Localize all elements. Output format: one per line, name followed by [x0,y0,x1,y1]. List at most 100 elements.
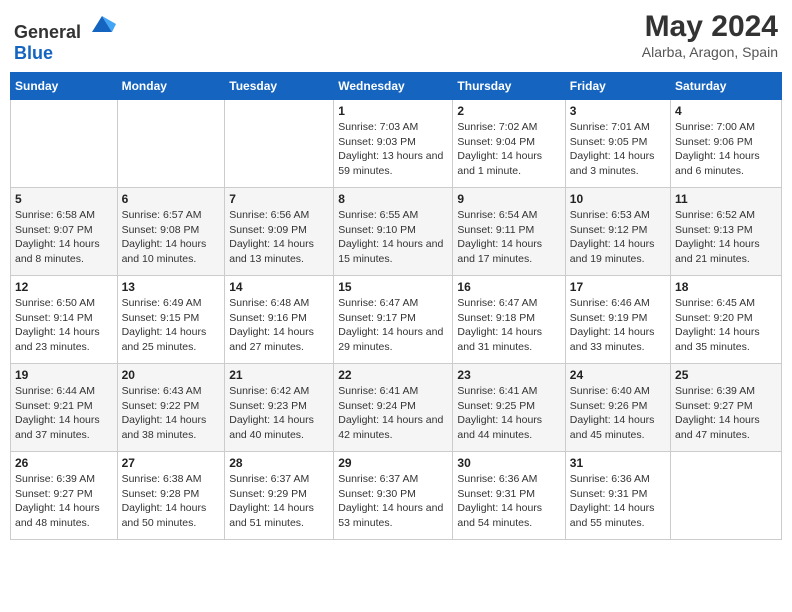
day-cell [117,100,225,188]
day-cell: 25 Sunrise: 6:39 AM Sunset: 9:27 PM Dayli… [671,364,782,452]
header-cell-tuesday: Tuesday [225,73,334,100]
day-info: Sunrise: 6:37 AM Sunset: 9:29 PM Dayligh… [229,472,329,531]
header-cell-wednesday: Wednesday [334,73,453,100]
day-cell: 12 Sunrise: 6:50 AM Sunset: 9:14 PM Dayli… [11,276,118,364]
calendar-table: SundayMondayTuesdayWednesdayThursdayFrid… [10,72,782,540]
day-number: 16 [457,280,560,294]
day-number: 21 [229,368,329,382]
day-cell [671,452,782,540]
day-cell: 16 Sunrise: 6:47 AM Sunset: 9:18 PM Dayli… [453,276,565,364]
day-cell: 27 Sunrise: 6:38 AM Sunset: 9:28 PM Dayli… [117,452,225,540]
day-number: 29 [338,456,448,470]
day-number: 18 [675,280,777,294]
day-number: 17 [570,280,666,294]
logo-general: General [14,22,81,42]
header-cell-sunday: Sunday [11,73,118,100]
day-cell: 8 Sunrise: 6:55 AM Sunset: 9:10 PM Daylig… [334,188,453,276]
day-info: Sunrise: 6:55 AM Sunset: 9:10 PM Dayligh… [338,208,448,267]
day-info: Sunrise: 6:36 AM Sunset: 9:31 PM Dayligh… [457,472,560,531]
day-number: 27 [122,456,221,470]
day-number: 14 [229,280,329,294]
day-number: 1 [338,104,448,118]
day-info: Sunrise: 6:41 AM Sunset: 9:24 PM Dayligh… [338,384,448,443]
day-number: 20 [122,368,221,382]
header-cell-friday: Friday [565,73,670,100]
day-number: 7 [229,192,329,206]
week-row-1: 1 Sunrise: 7:03 AM Sunset: 9:03 PM Daylig… [11,100,782,188]
day-cell: 17 Sunrise: 6:46 AM Sunset: 9:19 PM Dayli… [565,276,670,364]
day-number: 26 [15,456,113,470]
day-number: 22 [338,368,448,382]
day-number: 19 [15,368,113,382]
day-info: Sunrise: 6:57 AM Sunset: 9:08 PM Dayligh… [122,208,221,267]
day-info: Sunrise: 6:56 AM Sunset: 9:09 PM Dayligh… [229,208,329,267]
day-cell: 29 Sunrise: 6:37 AM Sunset: 9:30 PM Dayli… [334,452,453,540]
day-number: 3 [570,104,666,118]
day-number: 4 [675,104,777,118]
day-cell: 5Sunrise: 6:58 AM Sunset: 9:07 PM Daylig… [11,188,118,276]
day-cell: 13 Sunrise: 6:49 AM Sunset: 9:15 PM Dayli… [117,276,225,364]
week-row-4: 19 Sunrise: 6:44 AM Sunset: 9:21 PM Dayli… [11,364,782,452]
day-info: Sunrise: 7:00 AM Sunset: 9:06 PM Dayligh… [675,120,777,179]
day-info: Sunrise: 6:49 AM Sunset: 9:15 PM Dayligh… [122,296,221,355]
page-header: General Blue May 2024 Alarba, Aragon, Sp… [10,10,782,64]
day-info: Sunrise: 6:52 AM Sunset: 9:13 PM Dayligh… [675,208,777,267]
week-row-2: 5Sunrise: 6:58 AM Sunset: 9:07 PM Daylig… [11,188,782,276]
day-cell: 21Sunrise: 6:42 AM Sunset: 9:23 PM Dayli… [225,364,334,452]
day-info: Sunrise: 6:47 AM Sunset: 9:17 PM Dayligh… [338,296,448,355]
logo-text: General Blue [14,10,116,64]
day-cell: 3 Sunrise: 7:01 AM Sunset: 9:05 PM Daylig… [565,100,670,188]
day-number: 25 [675,368,777,382]
day-info: Sunrise: 6:54 AM Sunset: 9:11 PM Dayligh… [457,208,560,267]
day-info: Sunrise: 7:01 AM Sunset: 9:05 PM Dayligh… [570,120,666,179]
day-number: 2 [457,104,560,118]
header-cell-thursday: Thursday [453,73,565,100]
month-year: May 2024 [642,10,778,44]
day-number: 5 [15,192,113,206]
day-number: 11 [675,192,777,206]
day-cell: 23 Sunrise: 6:41 AM Sunset: 9:25 PM Dayli… [453,364,565,452]
day-cell: 10 Sunrise: 6:53 AM Sunset: 9:12 PM Dayli… [565,188,670,276]
day-cell: 19 Sunrise: 6:44 AM Sunset: 9:21 PM Dayli… [11,364,118,452]
day-number: 31 [570,456,666,470]
day-info: Sunrise: 6:46 AM Sunset: 9:19 PM Dayligh… [570,296,666,355]
day-cell: 7 Sunrise: 6:56 AM Sunset: 9:09 PM Daylig… [225,188,334,276]
logo: General Blue [14,10,116,64]
day-info: Sunrise: 6:44 AM Sunset: 9:21 PM Dayligh… [15,384,113,443]
day-number: 15 [338,280,448,294]
day-number: 10 [570,192,666,206]
logo-blue: Blue [14,43,53,63]
day-info: Sunrise: 6:40 AM Sunset: 9:26 PM Dayligh… [570,384,666,443]
day-cell: 15 Sunrise: 6:47 AM Sunset: 9:17 PM Dayli… [334,276,453,364]
day-info: Sunrise: 6:38 AM Sunset: 9:28 PM Dayligh… [122,472,221,531]
day-info: Sunrise: 7:03 AM Sunset: 9:03 PM Dayligh… [338,120,448,179]
day-cell: 24Sunrise: 6:40 AM Sunset: 9:26 PM Dayli… [565,364,670,452]
day-number: 28 [229,456,329,470]
day-cell: 26 Sunrise: 6:39 AM Sunset: 9:27 PM Dayli… [11,452,118,540]
day-info: Sunrise: 6:39 AM Sunset: 9:27 PM Dayligh… [15,472,113,531]
day-info: Sunrise: 6:50 AM Sunset: 9:14 PM Dayligh… [15,296,113,355]
title-block: May 2024 Alarba, Aragon, Spain [642,10,778,60]
day-info: Sunrise: 6:53 AM Sunset: 9:12 PM Dayligh… [570,208,666,267]
day-info: Sunrise: 6:45 AM Sunset: 9:20 PM Dayligh… [675,296,777,355]
day-cell: 9 Sunrise: 6:54 AM Sunset: 9:11 PM Daylig… [453,188,565,276]
day-number: 9 [457,192,560,206]
day-number: 6 [122,192,221,206]
day-info: Sunrise: 6:39 AM Sunset: 9:27 PM Dayligh… [675,384,777,443]
day-cell: 11 Sunrise: 6:52 AM Sunset: 9:13 PM Dayli… [671,188,782,276]
day-info: Sunrise: 6:48 AM Sunset: 9:16 PM Dayligh… [229,296,329,355]
day-info: Sunrise: 6:43 AM Sunset: 9:22 PM Dayligh… [122,384,221,443]
day-cell: 31Sunrise: 6:36 AM Sunset: 9:31 PM Dayli… [565,452,670,540]
day-cell: 14 Sunrise: 6:48 AM Sunset: 9:16 PM Dayli… [225,276,334,364]
day-cell [11,100,118,188]
day-info: Sunrise: 6:37 AM Sunset: 9:30 PM Dayligh… [338,472,448,531]
day-number: 12 [15,280,113,294]
day-number: 13 [122,280,221,294]
day-info: Sunrise: 6:47 AM Sunset: 9:18 PM Dayligh… [457,296,560,355]
day-number: 23 [457,368,560,382]
day-info: Sunrise: 6:41 AM Sunset: 9:25 PM Dayligh… [457,384,560,443]
week-row-3: 12 Sunrise: 6:50 AM Sunset: 9:14 PM Dayli… [11,276,782,364]
week-row-5: 26 Sunrise: 6:39 AM Sunset: 9:27 PM Dayli… [11,452,782,540]
day-number: 8 [338,192,448,206]
day-info: Sunrise: 7:02 AM Sunset: 9:04 PM Dayligh… [457,120,560,179]
